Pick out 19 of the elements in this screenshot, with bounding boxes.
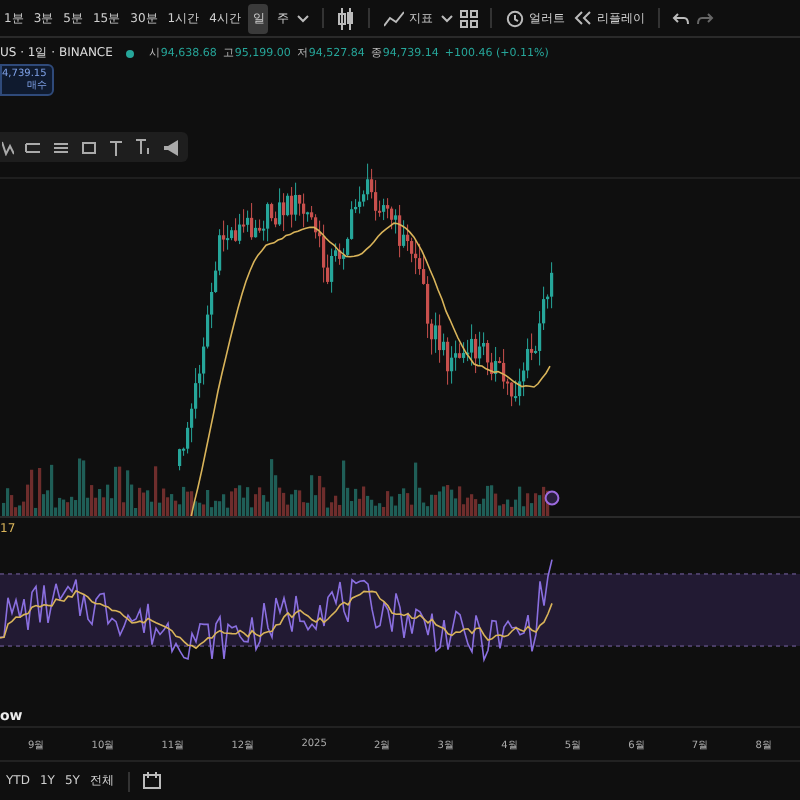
- text-tool-icon[interactable]: [134, 138, 152, 156]
- megaphone-icon[interactable]: [162, 139, 180, 155]
- grid-icon[interactable]: [460, 9, 479, 27]
- line-chart-icon: [384, 9, 405, 27]
- wave-icon[interactable]: [2, 139, 14, 155]
- chevron-down-icon[interactable]: [440, 13, 455, 23]
- redo-icon[interactable]: [696, 11, 715, 25]
- status-dot-icon: [126, 49, 135, 57]
- rectangle-icon[interactable]: [80, 139, 98, 155]
- parallel-lines-icon[interactable]: [24, 139, 42, 155]
- undo-icon[interactable]: [672, 11, 691, 25]
- chevron-down-icon[interactable]: [296, 13, 311, 23]
- rewind-icon: [574, 10, 593, 26]
- text-tool-icon[interactable]: [108, 139, 124, 155]
- clock-icon: [506, 9, 525, 27]
- marker-icon[interactable]: [544, 490, 560, 506]
- candlestick-icon[interactable]: [336, 7, 357, 29]
- parallel-lines-icon[interactable]: [52, 139, 70, 155]
- calendar-icon[interactable]: [141, 772, 162, 790]
